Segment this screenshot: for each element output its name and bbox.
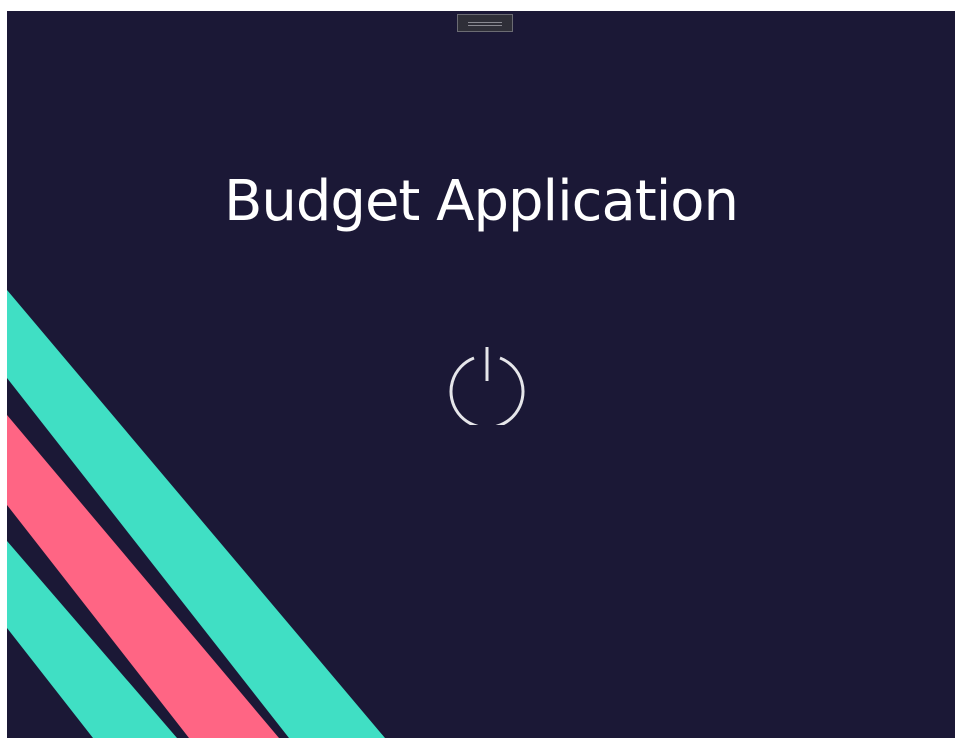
drag-grip-line bbox=[468, 22, 502, 23]
power-button[interactable] bbox=[445, 341, 529, 425]
window-drag-handle[interactable] bbox=[457, 14, 513, 32]
splash-window: Budget Application bbox=[7, 11, 955, 738]
app-title: Budget Application bbox=[223, 169, 739, 234]
drag-grip-line bbox=[468, 25, 502, 26]
power-icon bbox=[449, 347, 525, 425]
